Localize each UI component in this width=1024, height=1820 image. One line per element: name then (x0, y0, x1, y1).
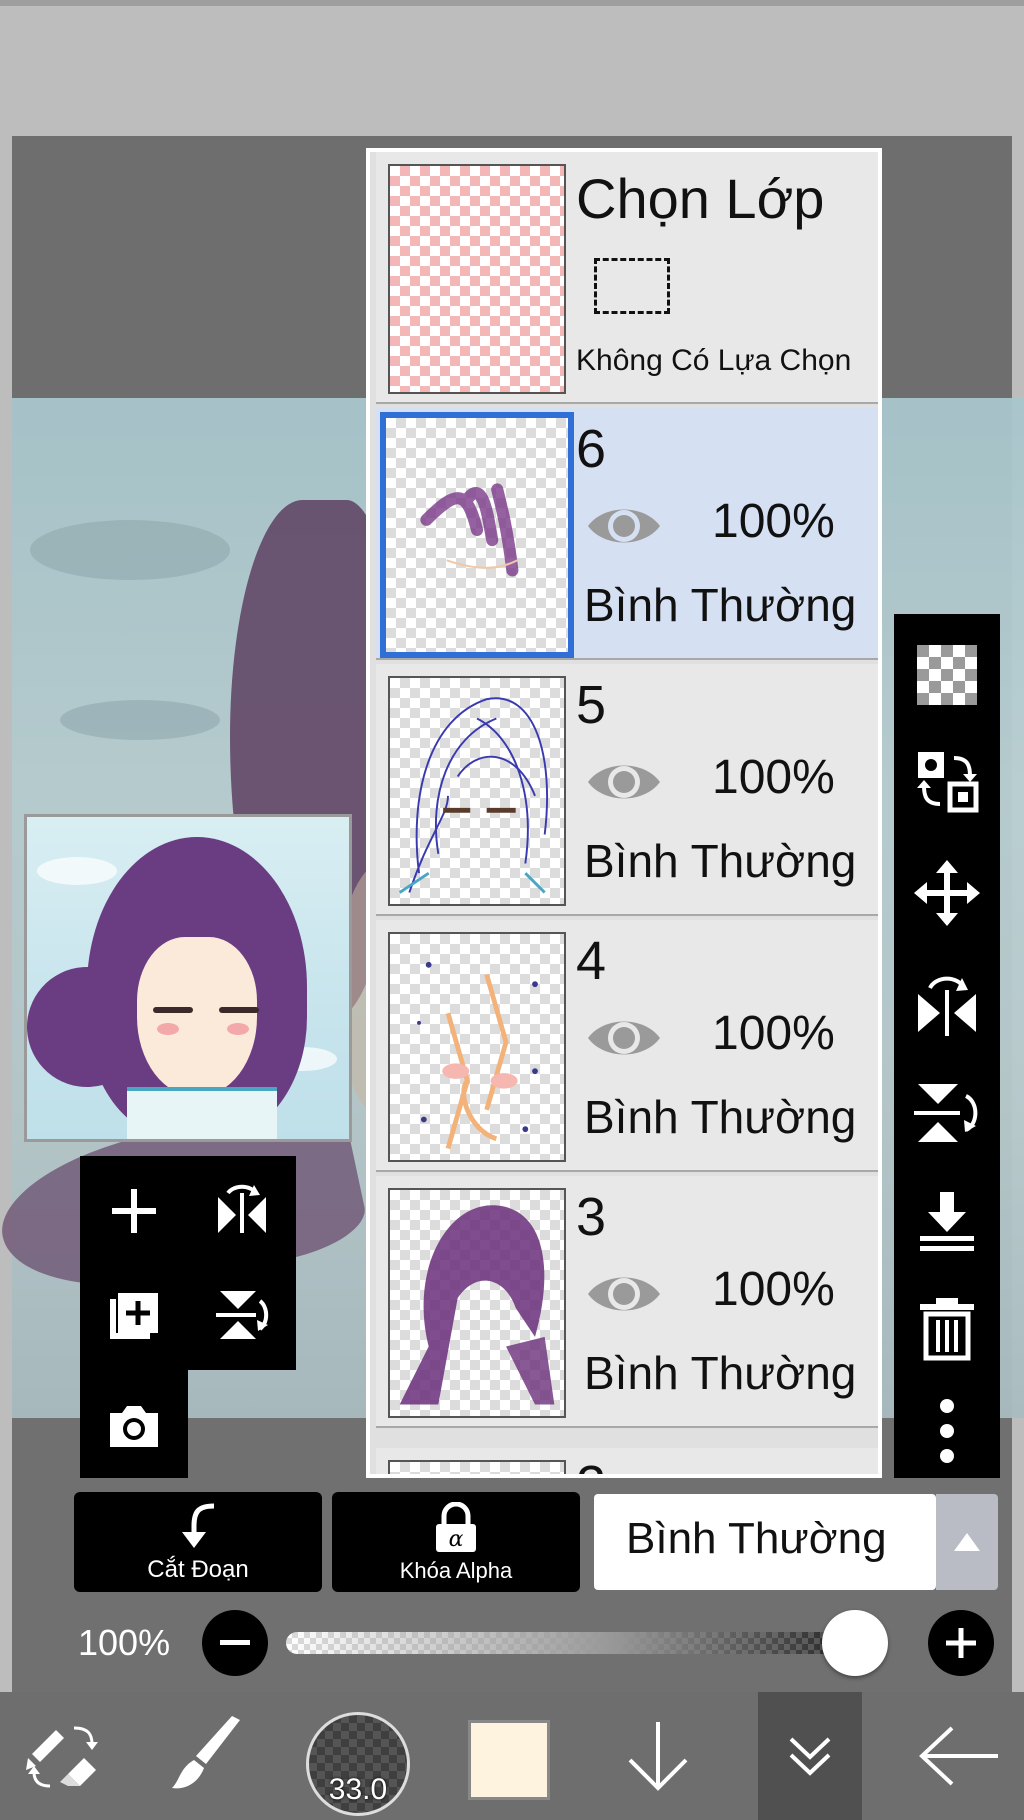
arrow-down-icon (628, 1722, 688, 1791)
transparency-icon (917, 645, 977, 705)
blend-mode-select[interactable]: Bình Thường (594, 1494, 936, 1590)
duplicate-layer-button[interactable] (94, 1270, 174, 1360)
flip-horizontal-button[interactable] (202, 1166, 282, 1256)
opacity-decrease-button[interactable] (202, 1610, 268, 1676)
camera-button[interactable] (94, 1380, 174, 1470)
chevron-double-down-icon (789, 1737, 831, 1776)
transform-tool-icon (26, 1726, 98, 1788)
blend-mode-value: Bình Thường (626, 1514, 887, 1563)
move-button[interactable] (908, 854, 986, 932)
camera-icon (110, 1406, 158, 1447)
visibility-eye-icon[interactable] (586, 1012, 662, 1064)
layer-row-6[interactable]: 6 100% Bình Thường (376, 408, 878, 660)
visibility-eye-icon[interactable] (586, 500, 662, 552)
layer-thumbnail (380, 412, 574, 658)
clipping-label: Cắt Đoạn (147, 1556, 249, 1583)
merge-down-icon (920, 1192, 974, 1251)
arrow-down-button[interactable] (598, 1692, 718, 1820)
layer-opacity: 100% (712, 1007, 835, 1060)
opacity-label: 100% (78, 1622, 171, 1663)
layer-thumbnail (388, 1460, 566, 1474)
layer-blend-mode: Bình Thường (584, 1091, 857, 1143)
layer-blend-mode: Bình Thường (584, 835, 857, 887)
layer-list[interactable]: Chọn Lớp Không Có Lựa Chọn 6 100% Bình T… (366, 148, 882, 1478)
brush-tool-button[interactable] (148, 1692, 268, 1820)
canvas-preview (24, 814, 352, 1142)
visibility-eye-icon[interactable] (586, 756, 662, 808)
brush-size-indicator[interactable]: 33.0 (306, 1712, 410, 1816)
move-icon (914, 860, 980, 926)
layer-row-5[interactable]: 5 100% Bình Thường (376, 664, 878, 916)
layer-blend-mode: Bình Thường (584, 579, 857, 631)
back-arrow-icon (919, 1726, 998, 1786)
layer-number: 3 (576, 1187, 607, 1247)
top-area (0, 6, 1024, 136)
flip-horizontal-icon (218, 1184, 266, 1233)
plus-icon (946, 1628, 976, 1658)
trash-icon (920, 1298, 974, 1361)
svg-text:α: α (449, 1527, 464, 1552)
swap-layers-icon (917, 752, 979, 813)
layer-number: 2 (576, 1454, 606, 1474)
opacity-increase-button[interactable] (928, 1610, 994, 1676)
blend-mode-dropdown-button[interactable] (936, 1494, 998, 1590)
opacity-slider-track[interactable] (286, 1632, 888, 1654)
layers-button[interactable] (758, 1692, 862, 1820)
alpha-lock-button[interactable]: α Khóa Alpha (332, 1492, 580, 1592)
brush-size-value: 33.0 (328, 1773, 388, 1806)
clipping-arrow-icon (182, 1503, 215, 1548)
clipping-button[interactable]: Cắt Đoạn (74, 1492, 322, 1592)
layer-row-2-partial[interactable]: 2 (376, 1448, 878, 1474)
lock-icon: α (436, 1502, 476, 1552)
layer-opacity: 100% (712, 1263, 835, 1316)
flip-vertical-icon (216, 1291, 269, 1339)
selection-layer-thumbnail (388, 164, 566, 394)
transform-tool-button[interactable] (2, 1692, 122, 1820)
layer-blend-mode: Bình Thường (584, 1347, 857, 1399)
selection-marquee-icon (594, 258, 670, 314)
more-vertical-icon (940, 1399, 954, 1463)
delete-layer-button[interactable] (908, 1290, 986, 1368)
layer-thumbnail (388, 676, 566, 906)
more-options-button[interactable] (908, 1392, 986, 1470)
selection-layer-row[interactable]: Chọn Lớp Không Có Lựa Chọn (376, 152, 878, 404)
flip-vertical-button[interactable] (202, 1270, 282, 1360)
layer-row-4[interactable]: 4 100% Bình Thường (376, 920, 878, 1172)
selection-layer-title: Chọn Lớp (576, 167, 825, 230)
triangle-up-icon (954, 1533, 980, 1551)
merge-down-button[interactable] (908, 1182, 986, 1260)
selection-status: Không Có Lựa Chọn (576, 344, 852, 377)
visibility-eye-icon[interactable] (586, 1268, 662, 1320)
layer-right-toolbar (894, 614, 1000, 1478)
back-button[interactable] (900, 1692, 1020, 1820)
layer-number: 4 (576, 931, 607, 991)
add-layer-button[interactable] (94, 1166, 174, 1256)
rotate-flip-vertical-icon (914, 1084, 978, 1142)
opacity-slider-thumb[interactable] (822, 1610, 888, 1676)
alpha-lock-label: Khóa Alpha (399, 1558, 513, 1583)
rotate-flip-horizontal-icon (918, 976, 976, 1036)
minus-icon (220, 1640, 250, 1645)
add-layer-icon (112, 1189, 156, 1233)
rotate-flip-horizontal-button[interactable] (908, 964, 986, 1042)
layer-thumbnail (388, 1188, 566, 1418)
layer-number: 5 (576, 675, 607, 735)
swap-layers-button[interactable] (908, 742, 986, 820)
color-swatch[interactable] (468, 1720, 550, 1800)
layer-row-3[interactable]: 3 100% Bình Thường (376, 1176, 878, 1428)
duplicate-layer-icon (110, 1291, 158, 1339)
layer-opacity: 100% (712, 495, 835, 548)
layer-number: 6 (576, 419, 607, 479)
rotate-flip-vertical-button[interactable] (908, 1074, 986, 1152)
layer-opacity: 100% (712, 751, 835, 804)
transparency-button[interactable] (908, 636, 986, 714)
brush-tool-icon (172, 1716, 240, 1789)
layer-thumbnail (388, 932, 566, 1162)
